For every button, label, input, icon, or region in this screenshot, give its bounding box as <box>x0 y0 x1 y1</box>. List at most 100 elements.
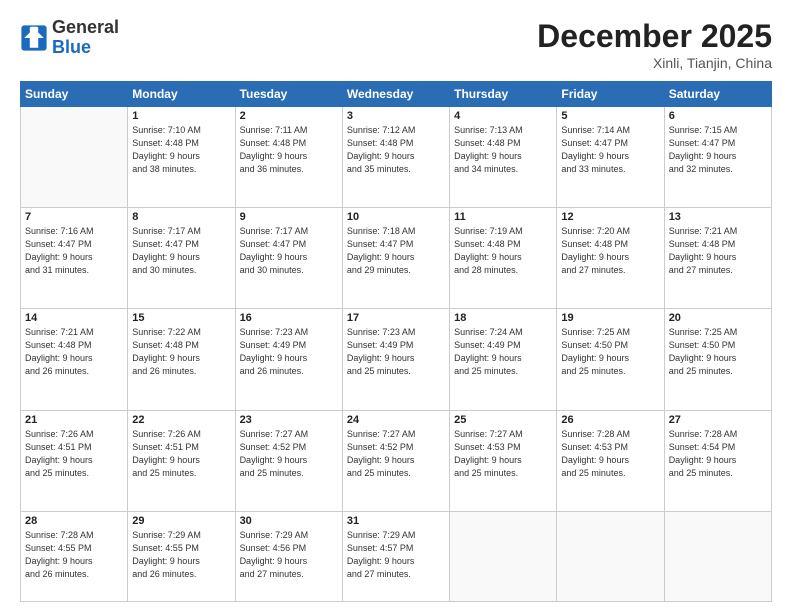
day-info: Sunrise: 7:13 AMSunset: 4:48 PMDaylight:… <box>454 124 552 176</box>
col-header-thursday: Thursday <box>450 82 557 107</box>
day-number: 11 <box>454 211 552 223</box>
day-info: Sunrise: 7:24 AMSunset: 4:49 PMDaylight:… <box>454 326 552 378</box>
day-info: Sunrise: 7:25 AMSunset: 4:50 PMDaylight:… <box>561 326 659 378</box>
calendar-cell: 26Sunrise: 7:28 AMSunset: 4:53 PMDayligh… <box>557 410 664 511</box>
day-info: Sunrise: 7:16 AMSunset: 4:47 PMDaylight:… <box>25 225 123 277</box>
logo: General Blue <box>20 18 119 58</box>
calendar-table: SundayMondayTuesdayWednesdayThursdayFrid… <box>20 81 772 602</box>
day-number: 6 <box>669 110 767 122</box>
calendar-cell: 10 Sunrise: 7:18 AMSunset: 4:47 PMDayligh… <box>342 208 449 309</box>
day-info: Sunrise: 7:28 AMSunset: 4:54 PMDaylight:… <box>669 428 767 480</box>
day-number: 24 <box>347 414 445 426</box>
calendar-cell: 12Sunrise: 7:20 AMSunset: 4:48 PMDayligh… <box>557 208 664 309</box>
calendar-cell: 1Sunrise: 7:10 AMSunset: 4:48 PMDaylight… <box>128 107 235 208</box>
day-info: Sunrise: 7:29 AMSunset: 4:57 PMDaylight:… <box>347 529 445 581</box>
day-info: Sunrise: 7:27 AMSunset: 4:52 PMDaylight:… <box>347 428 445 480</box>
calendar-cell: 20 Sunrise: 7:25 AMSunset: 4:50 PMDayligh… <box>664 309 771 410</box>
calendar-cell: 6 Sunrise: 7:15 AMSunset: 4:47 PMDaylight… <box>664 107 771 208</box>
col-header-tuesday: Tuesday <box>235 82 342 107</box>
week-row-2: 7 Sunrise: 7:16 AMSunset: 4:47 PMDaylight… <box>21 208 772 309</box>
day-info: Sunrise: 7:21 AMSunset: 4:48 PMDaylight:… <box>669 225 767 277</box>
logo-blue-text: Blue <box>52 38 119 58</box>
day-info: Sunrise: 7:26 AMSunset: 4:51 PMDaylight:… <box>25 428 123 480</box>
day-number: 21 <box>25 414 123 426</box>
day-info: Sunrise: 7:15 AMSunset: 4:47 PMDaylight:… <box>669 124 767 176</box>
day-number: 31 <box>347 515 445 527</box>
calendar-cell: 28 Sunrise: 7:28 AMSunset: 4:55 PMDayligh… <box>21 511 128 601</box>
col-header-friday: Friday <box>557 82 664 107</box>
day-number: 30 <box>240 515 338 527</box>
calendar-cell: 14 Sunrise: 7:21 AMSunset: 4:48 PMDayligh… <box>21 309 128 410</box>
calendar-cell: 21 Sunrise: 7:26 AMSunset: 4:51 PMDayligh… <box>21 410 128 511</box>
day-number: 27 <box>669 414 767 426</box>
calendar-cell: 5 Sunrise: 7:14 AMSunset: 4:47 PMDaylight… <box>557 107 664 208</box>
day-info: Sunrise: 7:22 AMSunset: 4:48 PMDaylight:… <box>132 326 230 378</box>
day-info: Sunrise: 7:28 AMSunset: 4:55 PMDaylight:… <box>25 529 123 581</box>
month-title: December 2025 <box>537 18 772 55</box>
col-header-saturday: Saturday <box>664 82 771 107</box>
calendar-cell: 3 Sunrise: 7:12 AMSunset: 4:48 PMDaylight… <box>342 107 449 208</box>
day-number: 7 <box>25 211 123 223</box>
day-info: Sunrise: 7:21 AMSunset: 4:48 PMDaylight:… <box>25 326 123 378</box>
calendar-cell <box>557 511 664 601</box>
col-header-wednesday: Wednesday <box>342 82 449 107</box>
week-row-4: 21 Sunrise: 7:26 AMSunset: 4:51 PMDayligh… <box>21 410 772 511</box>
day-number: 3 <box>347 110 445 122</box>
day-info: Sunrise: 7:29 AMSunset: 4:56 PMDaylight:… <box>240 529 338 581</box>
day-number: 28 <box>25 515 123 527</box>
calendar-cell: 29Sunrise: 7:29 AMSunset: 4:55 PMDayligh… <box>128 511 235 601</box>
location: Xinli, Tianjin, China <box>537 55 772 71</box>
day-info: Sunrise: 7:10 AMSunset: 4:48 PMDaylight:… <box>132 124 230 176</box>
day-info: Sunrise: 7:23 AMSunset: 4:49 PMDaylight:… <box>347 326 445 378</box>
calendar-cell: 16Sunrise: 7:23 AMSunset: 4:49 PMDayligh… <box>235 309 342 410</box>
calendar-cell: 18 Sunrise: 7:24 AMSunset: 4:49 PMDayligh… <box>450 309 557 410</box>
day-info: Sunrise: 7:17 AMSunset: 4:47 PMDaylight:… <box>240 225 338 277</box>
calendar-cell: 25 Sunrise: 7:27 AMSunset: 4:53 PMDayligh… <box>450 410 557 511</box>
day-info: Sunrise: 7:11 AMSunset: 4:48 PMDaylight:… <box>240 124 338 176</box>
day-number: 25 <box>454 414 552 426</box>
week-row-5: 28 Sunrise: 7:28 AMSunset: 4:55 PMDayligh… <box>21 511 772 601</box>
calendar-header-row: SundayMondayTuesdayWednesdayThursdayFrid… <box>21 82 772 107</box>
calendar-cell <box>21 107 128 208</box>
day-number: 18 <box>454 312 552 324</box>
calendar-cell: 9 Sunrise: 7:17 AMSunset: 4:47 PMDaylight… <box>235 208 342 309</box>
day-info: Sunrise: 7:26 AMSunset: 4:51 PMDaylight:… <box>132 428 230 480</box>
calendar-cell: 11 Sunrise: 7:19 AMSunset: 4:48 PMDayligh… <box>450 208 557 309</box>
logo-icon <box>20 24 48 52</box>
calendar-cell: 2 Sunrise: 7:11 AMSunset: 4:48 PMDaylight… <box>235 107 342 208</box>
day-number: 23 <box>240 414 338 426</box>
logo-text: General Blue <box>52 18 119 58</box>
logo-general-text: General <box>52 18 119 38</box>
day-info: Sunrise: 7:27 AMSunset: 4:53 PMDaylight:… <box>454 428 552 480</box>
calendar-cell: 15Sunrise: 7:22 AMSunset: 4:48 PMDayligh… <box>128 309 235 410</box>
calendar-cell: 22Sunrise: 7:26 AMSunset: 4:51 PMDayligh… <box>128 410 235 511</box>
header: General Blue December 2025 Xinli, Tianji… <box>20 18 772 71</box>
day-number: 5 <box>561 110 659 122</box>
day-info: Sunrise: 7:23 AMSunset: 4:49 PMDaylight:… <box>240 326 338 378</box>
calendar-cell: 31 Sunrise: 7:29 AMSunset: 4:57 PMDayligh… <box>342 511 449 601</box>
day-info: Sunrise: 7:19 AMSunset: 4:48 PMDaylight:… <box>454 225 552 277</box>
day-number: 10 <box>347 211 445 223</box>
day-number: 8 <box>132 211 230 223</box>
day-number: 17 <box>347 312 445 324</box>
day-number: 9 <box>240 211 338 223</box>
calendar-cell: 23Sunrise: 7:27 AMSunset: 4:52 PMDayligh… <box>235 410 342 511</box>
calendar-cell: 19 Sunrise: 7:25 AMSunset: 4:50 PMDayligh… <box>557 309 664 410</box>
day-number: 19 <box>561 312 659 324</box>
day-info: Sunrise: 7:18 AMSunset: 4:47 PMDaylight:… <box>347 225 445 277</box>
day-info: Sunrise: 7:12 AMSunset: 4:48 PMDaylight:… <box>347 124 445 176</box>
calendar-cell: 24 Sunrise: 7:27 AMSunset: 4:52 PMDayligh… <box>342 410 449 511</box>
day-number: 2 <box>240 110 338 122</box>
day-info: Sunrise: 7:25 AMSunset: 4:50 PMDaylight:… <box>669 326 767 378</box>
day-number: 4 <box>454 110 552 122</box>
day-info: Sunrise: 7:17 AMSunset: 4:47 PMDaylight:… <box>132 225 230 277</box>
day-number: 20 <box>669 312 767 324</box>
calendar-cell: 7 Sunrise: 7:16 AMSunset: 4:47 PMDaylight… <box>21 208 128 309</box>
calendar-cell <box>450 511 557 601</box>
calendar-cell: 8 Sunrise: 7:17 AMSunset: 4:47 PMDaylight… <box>128 208 235 309</box>
page: General Blue December 2025 Xinli, Tianji… <box>0 0 792 612</box>
day-info: Sunrise: 7:14 AMSunset: 4:47 PMDaylight:… <box>561 124 659 176</box>
day-number: 14 <box>25 312 123 324</box>
col-header-monday: Monday <box>128 82 235 107</box>
week-row-3: 14 Sunrise: 7:21 AMSunset: 4:48 PMDayligh… <box>21 309 772 410</box>
